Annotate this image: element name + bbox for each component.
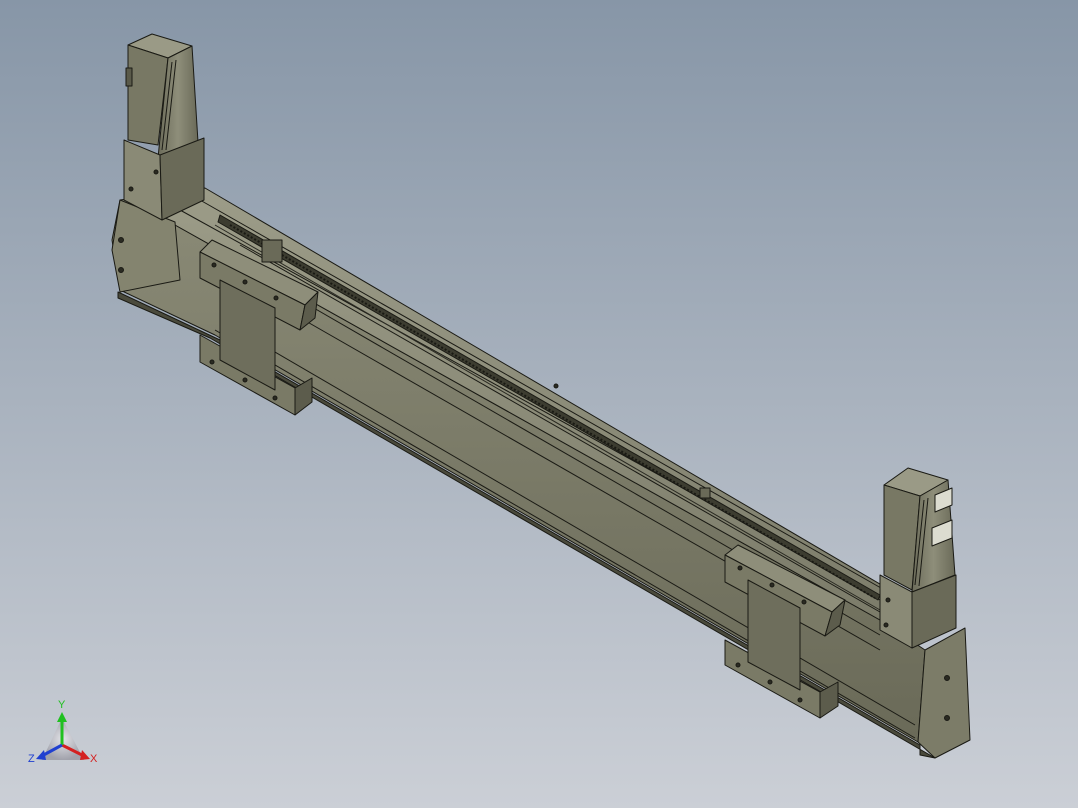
right-mount-screw-1	[885, 597, 891, 603]
right-lower-screw-3	[797, 697, 803, 703]
left-lower-screw-1	[209, 359, 215, 365]
right-mount-screw-2	[883, 622, 889, 628]
triad-x-label: X	[90, 753, 98, 765]
right-carriage-screw-2	[769, 582, 775, 588]
3d-viewport[interactable]: X Y Z	[0, 0, 1078, 808]
right-carriage-screw-1	[737, 565, 743, 571]
model-canvas[interactable]: X Y Z	[0, 0, 1078, 808]
right-endcap-screw-2	[944, 715, 950, 721]
left-carriage-screw-1	[211, 262, 217, 268]
left-carriage-clamp	[261, 239, 283, 263]
left-lower-screw-2	[242, 377, 248, 383]
right-endcap-screw-1	[944, 675, 950, 681]
triad-y-label: Y	[58, 699, 66, 711]
left-mount-screw-2	[128, 186, 134, 192]
left-motor-connector	[125, 67, 133, 87]
right-carriage-screw-3	[801, 599, 807, 605]
mid-sensor-block	[699, 487, 711, 499]
mid-marker	[553, 383, 559, 389]
left-endcap-screw-1	[118, 237, 124, 243]
triad-z-label: Z	[28, 753, 35, 765]
right-lower-screw-1	[735, 662, 741, 668]
left-endcap-screw-2	[118, 267, 124, 273]
right-lower-screw-2	[767, 679, 773, 685]
left-lower-screw-3	[272, 395, 278, 401]
left-carriage-screw-2	[242, 279, 248, 285]
left-carriage-screw-3	[273, 295, 279, 301]
left-mount-screw-1	[153, 169, 159, 175]
